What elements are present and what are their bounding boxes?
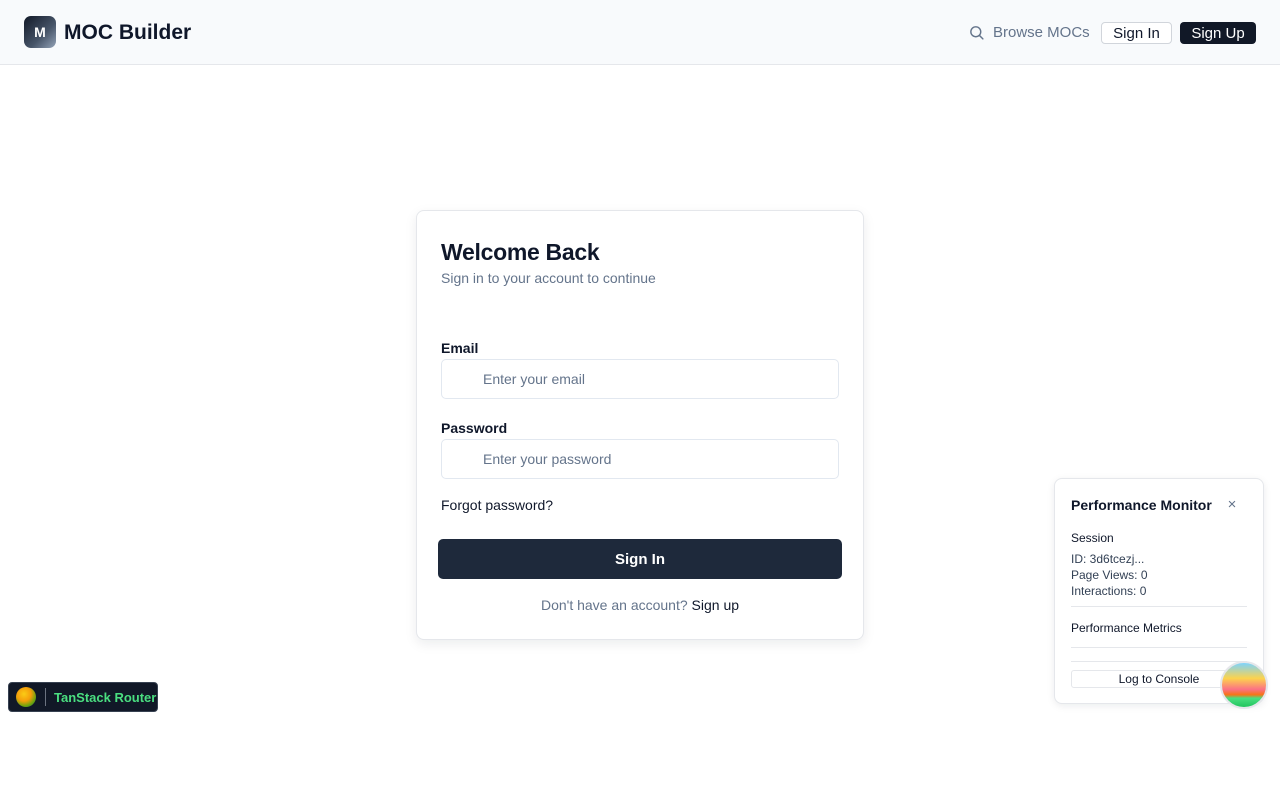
interactions-count: Interactions: 0	[1071, 584, 1147, 598]
signup-prompt: Don't have an account? Sign up	[417, 597, 863, 613]
email-field[interactable]	[441, 359, 839, 399]
top-nav: M MOC Builder Browse MOCs Sign In Sign U…	[0, 0, 1280, 65]
page-subtitle: Sign in to your account to continue	[441, 270, 656, 286]
metrics-heading: Performance Metrics	[1071, 621, 1182, 635]
session-heading: Session	[1071, 531, 1114, 545]
divider	[45, 688, 46, 706]
divider	[1071, 661, 1247, 662]
page-title: Welcome Back	[441, 239, 600, 265]
search-icon	[970, 25, 984, 40]
logo-icon[interactable]: M	[24, 16, 56, 48]
brand-title[interactable]: MOC Builder	[64, 20, 191, 45]
no-account-text: Don't have an account?	[540, 597, 688, 613]
password-label: Password	[441, 420, 508, 436]
login-card: Welcome Back Sign in to your account to …	[416, 210, 864, 640]
password-field[interactable]	[441, 439, 839, 479]
browse-mocs-label: Browse MOCs	[993, 23, 1090, 41]
page-views: Page Views: 0	[1071, 568, 1148, 582]
close-icon[interactable]: ×	[1225, 497, 1239, 513]
sign-up-button[interactable]: Sign Up	[1180, 22, 1256, 44]
forgot-password-link[interactable]: Forgot password?	[441, 497, 553, 513]
devtools-label: TanStack Router	[54, 689, 157, 705]
tanstack-logo-icon	[16, 687, 36, 707]
divider	[1071, 647, 1247, 648]
panel-title: Performance Monitor	[1071, 497, 1212, 513]
tanstack-devtools-toggle[interactable]: TanStack Router	[8, 682, 158, 712]
divider	[1071, 606, 1247, 607]
submit-sign-in-button[interactable]: Sign In	[438, 539, 842, 579]
session-id: ID: 3d6tcezj...	[1071, 552, 1145, 566]
sign-up-link[interactable]: Sign up	[692, 597, 739, 613]
email-label: Email	[441, 340, 479, 356]
query-devtools-logo-icon[interactable]	[1220, 661, 1268, 709]
sign-in-button[interactable]: Sign In	[1101, 22, 1172, 44]
browse-mocs-link[interactable]: Browse MOCs	[968, 22, 1090, 42]
